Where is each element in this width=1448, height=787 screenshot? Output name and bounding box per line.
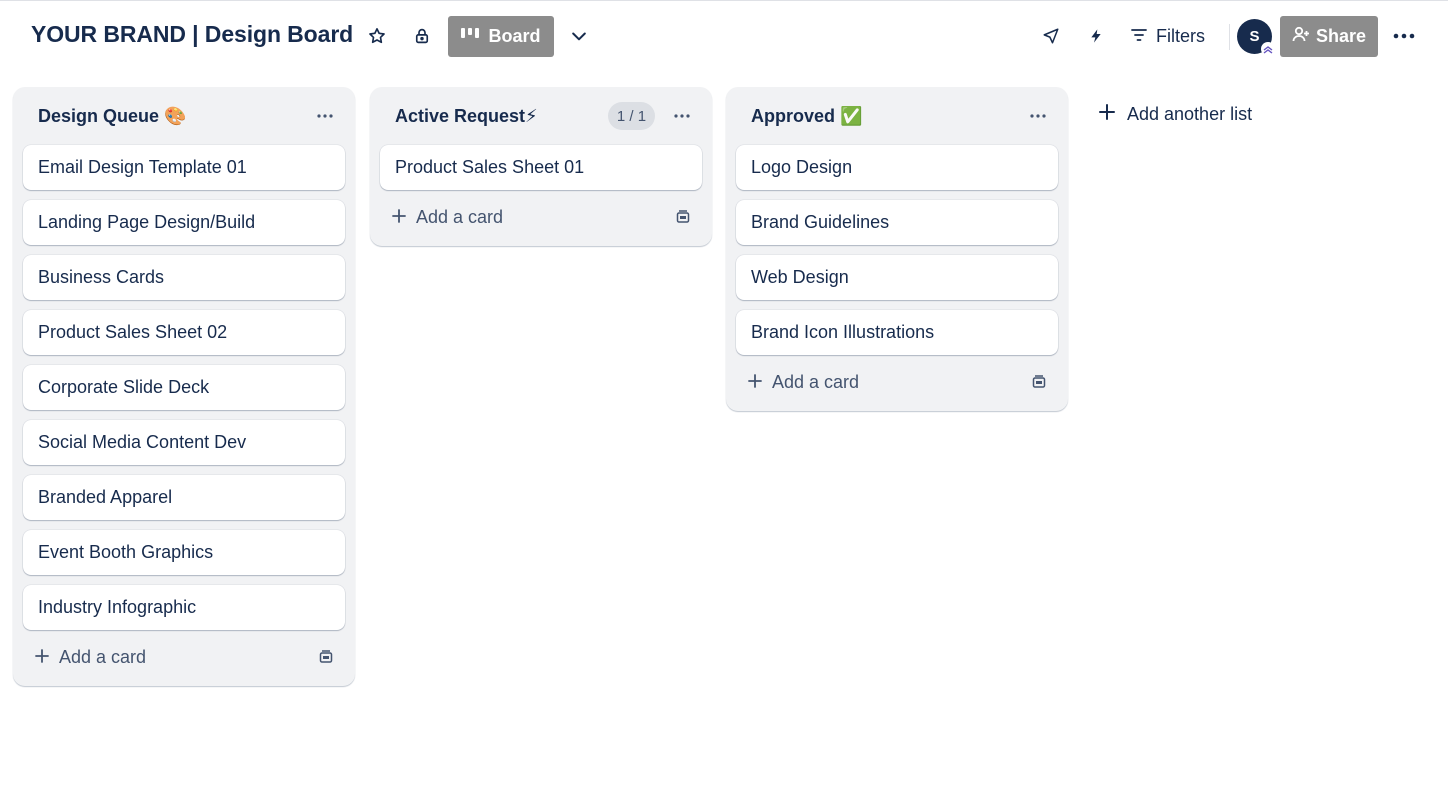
add-user-icon — [1292, 26, 1310, 47]
list-header: Active Request⚡ 1 / 1 — [370, 87, 712, 145]
card[interactable]: Landing Page Design/Build — [23, 200, 345, 245]
add-card-row: Add a card — [726, 359, 1068, 411]
add-card-label: Add a card — [59, 646, 147, 667]
list-header: Design Queue 🎨 — [13, 87, 355, 145]
chevron-down-icon[interactable] — [563, 20, 595, 52]
card[interactable]: Social Media Content Dev — [23, 420, 345, 465]
add-card-row: Add a card — [13, 634, 355, 686]
header-divider — [1229, 24, 1230, 50]
add-card-button[interactable]: Add a card — [740, 365, 867, 399]
card[interactable]: Brand Guidelines — [736, 200, 1058, 245]
star-icon[interactable] — [361, 20, 393, 52]
ellipsis-icon[interactable] — [1388, 20, 1420, 52]
card[interactable]: Web Design — [736, 255, 1058, 300]
admin-badge-icon — [1261, 42, 1275, 56]
share-label: Share — [1315, 26, 1367, 46]
card[interactable]: Brand Icon Illustrations — [736, 310, 1058, 355]
card-list: Logo Design Brand Guidelines Web Design … — [726, 145, 1068, 355]
list-title[interactable]: Design Queue 🎨 — [38, 106, 186, 127]
add-card-button[interactable]: Add a card — [27, 640, 154, 674]
list-menu-ellipsis-icon[interactable] — [309, 100, 341, 132]
list-design-queue: Design Queue 🎨 Email Design Template 01 … — [13, 87, 355, 686]
card[interactable]: Logo Design — [736, 145, 1058, 190]
avatar[interactable]: S — [1237, 19, 1275, 56]
avatar-initial: S — [1249, 28, 1260, 45]
board-view-label: Board — [488, 26, 541, 46]
board-view-button[interactable]: Board — [448, 16, 554, 57]
list-title[interactable]: Active Request⚡ — [395, 106, 538, 127]
share-button[interactable]: Share — [1280, 16, 1378, 57]
list-approved: Approved ✅ Logo Design Brand Guidelines … — [726, 87, 1068, 411]
filters-button[interactable]: Filters — [1125, 20, 1211, 52]
card[interactable]: Industry Infographic — [23, 585, 345, 630]
plus-icon — [748, 372, 762, 393]
add-card-row: Add a card — [370, 194, 712, 246]
rocket-icon[interactable] — [1035, 20, 1067, 52]
board-header: YOUR BRAND | Design Board Board Filters … — [0, 1, 1448, 71]
list-menu-ellipsis-icon[interactable] — [1022, 100, 1054, 132]
list-menu-ellipsis-icon[interactable] — [666, 100, 698, 132]
filter-icon — [1131, 26, 1147, 47]
list-title[interactable]: Approved ✅ — [751, 106, 862, 127]
board-columns-icon — [461, 26, 480, 47]
card[interactable]: Product Sales Sheet 01 — [380, 145, 702, 190]
card[interactable]: Event Booth Graphics — [23, 530, 345, 575]
card[interactable]: Product Sales Sheet 02 — [23, 310, 345, 355]
card[interactable]: Corporate Slide Deck — [23, 365, 345, 410]
bolt-icon[interactable] — [1080, 20, 1112, 52]
add-card-button[interactable]: Add a card — [384, 200, 511, 234]
add-card-label: Add a card — [416, 206, 504, 227]
list-header: Approved ✅ — [726, 87, 1068, 145]
add-another-list-button[interactable]: Add another list — [1085, 90, 1385, 138]
lock-icon[interactable] — [406, 20, 438, 52]
card-template-icon[interactable] — [311, 642, 341, 672]
card-list: Product Sales Sheet 01 — [370, 145, 712, 190]
card-list: Email Design Template 01 Landing Page De… — [13, 145, 355, 630]
plus-icon — [392, 207, 406, 228]
board-title[interactable]: YOUR BRAND | Design Board — [31, 21, 353, 48]
list-active-request: Active Request⚡ 1 / 1 Product Sales Shee… — [370, 87, 712, 246]
card-template-icon[interactable] — [1024, 367, 1054, 397]
card[interactable]: Business Cards — [23, 255, 345, 300]
add-list-label: Add another list — [1127, 103, 1253, 124]
card-limit-badge: 1 / 1 — [608, 102, 655, 130]
card[interactable]: Email Design Template 01 — [23, 145, 345, 190]
plus-icon — [1099, 103, 1115, 125]
card-template-icon[interactable] — [668, 202, 698, 232]
filters-label: Filters — [1156, 25, 1205, 46]
plus-icon — [35, 647, 49, 668]
card[interactable]: Branded Apparel — [23, 475, 345, 520]
add-card-label: Add a card — [772, 371, 860, 392]
